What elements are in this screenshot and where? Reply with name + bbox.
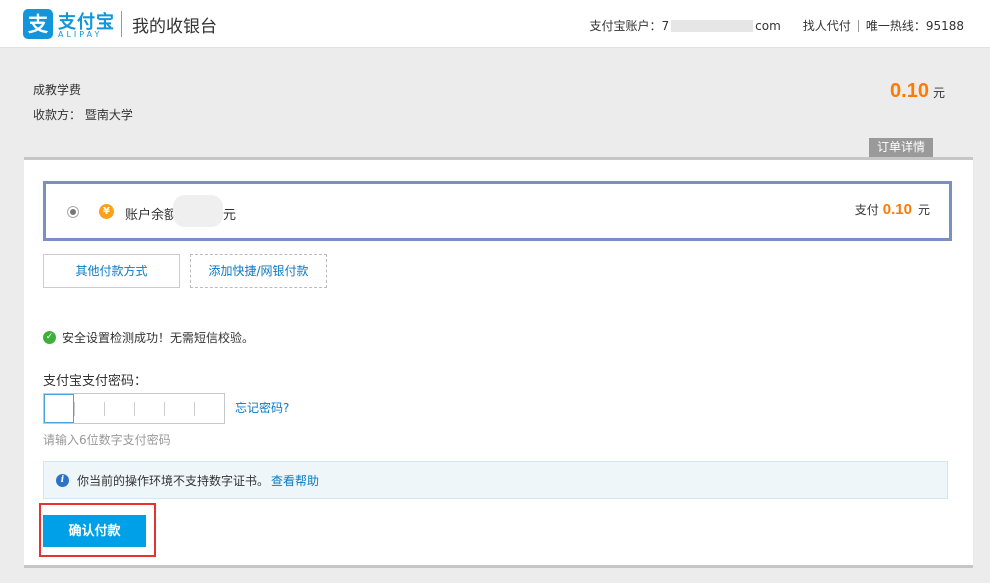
order-name: 成教学费 xyxy=(33,83,82,97)
header-bar: 支 支付宝 ALIPAY 我的收银台 支付宝账户： 7 com 找人代付 唯一热… xyxy=(0,0,990,48)
password-digit[interactable] xyxy=(134,394,164,423)
check-icon: ✓ xyxy=(43,331,56,344)
password-digit[interactable] xyxy=(74,394,104,423)
pay-amount-unit: 元 xyxy=(917,203,930,217)
balance-mask xyxy=(173,195,223,227)
pay-amount: 支付 0.10 元 xyxy=(855,201,930,218)
account-suffix: com xyxy=(755,18,781,33)
help-link[interactable]: 查看帮助 xyxy=(271,472,319,489)
payee-name: 暨南大学 xyxy=(84,108,133,122)
password-digit[interactable] xyxy=(164,394,194,423)
balance-radio[interactable] xyxy=(67,206,79,218)
info-icon: i xyxy=(56,473,69,487)
alipay-logo-icon: 支 xyxy=(23,9,53,39)
password-digit[interactable] xyxy=(194,394,224,423)
header-separator xyxy=(857,19,859,32)
header-divider xyxy=(121,11,122,37)
password-input[interactable] xyxy=(43,393,225,424)
password-hint: 请输入6位数字支付密码 xyxy=(43,433,171,447)
balance-option[interactable]: ¥ 账户余额 元 支付 0.10 元 xyxy=(43,181,952,241)
order-detail-tab[interactable]: 订单详情 xyxy=(869,138,933,157)
security-message: 安全设置检测成功！无需短信校验。 xyxy=(62,331,255,345)
order-amount-unit: 元 xyxy=(932,86,945,100)
panel-bottom-border xyxy=(24,565,973,568)
brand-name-en: ALIPAY xyxy=(58,30,103,39)
forgot-password-link[interactable]: 忘记密码? xyxy=(235,399,289,416)
certificate-notice: i 你当前的操作环境不支持数字证书。 查看帮助 xyxy=(43,461,948,499)
order-amount-value: 0.10 xyxy=(890,80,929,102)
confirm-payment-button[interactable]: 确认付款 xyxy=(43,515,146,547)
order-amount: 0.10 元 xyxy=(890,80,945,103)
add-bank-payment-button[interactable]: 添加快捷/网银付款 xyxy=(190,254,327,288)
account-prefix: 7 xyxy=(661,18,670,33)
balance-label: 账户余额 xyxy=(125,208,178,223)
account-label: 支付宝账户： xyxy=(589,19,662,33)
pay-amount-label: 支付 xyxy=(854,203,879,217)
balance-unit: 元 xyxy=(223,208,237,223)
hotline: 唯一热线：95188 xyxy=(865,19,964,33)
other-payment-button[interactable]: 其他付款方式 xyxy=(43,254,180,288)
password-digit[interactable] xyxy=(104,394,134,423)
payee-label: 收款方： xyxy=(33,108,82,122)
payment-panel: ¥ 账户余额 元 支付 0.10 元 其他付款方式 添加快捷/网银付款 ✓ 安全… xyxy=(24,157,973,565)
pay-amount-value: 0.10 xyxy=(882,201,912,218)
proxy-pay-link[interactable]: 找人代付 xyxy=(803,17,851,34)
account-mask xyxy=(671,19,754,32)
password-digit[interactable] xyxy=(44,394,74,423)
security-status: ✓ 安全设置检测成功！无需短信校验。 xyxy=(43,329,254,346)
header-account-info: 支付宝账户： 7 com 找人代付 唯一热线：95188 xyxy=(590,17,965,34)
logo-glyph: 支 xyxy=(28,12,48,36)
yen-icon: ¥ xyxy=(99,204,114,219)
password-label: 支付宝支付密码： xyxy=(43,374,148,389)
notice-text: 你当前的操作环境不支持数字证书。 xyxy=(77,473,270,488)
payee-info: 收款方： 暨南大学 xyxy=(33,106,133,123)
page-title: 我的收银台 xyxy=(132,17,217,37)
